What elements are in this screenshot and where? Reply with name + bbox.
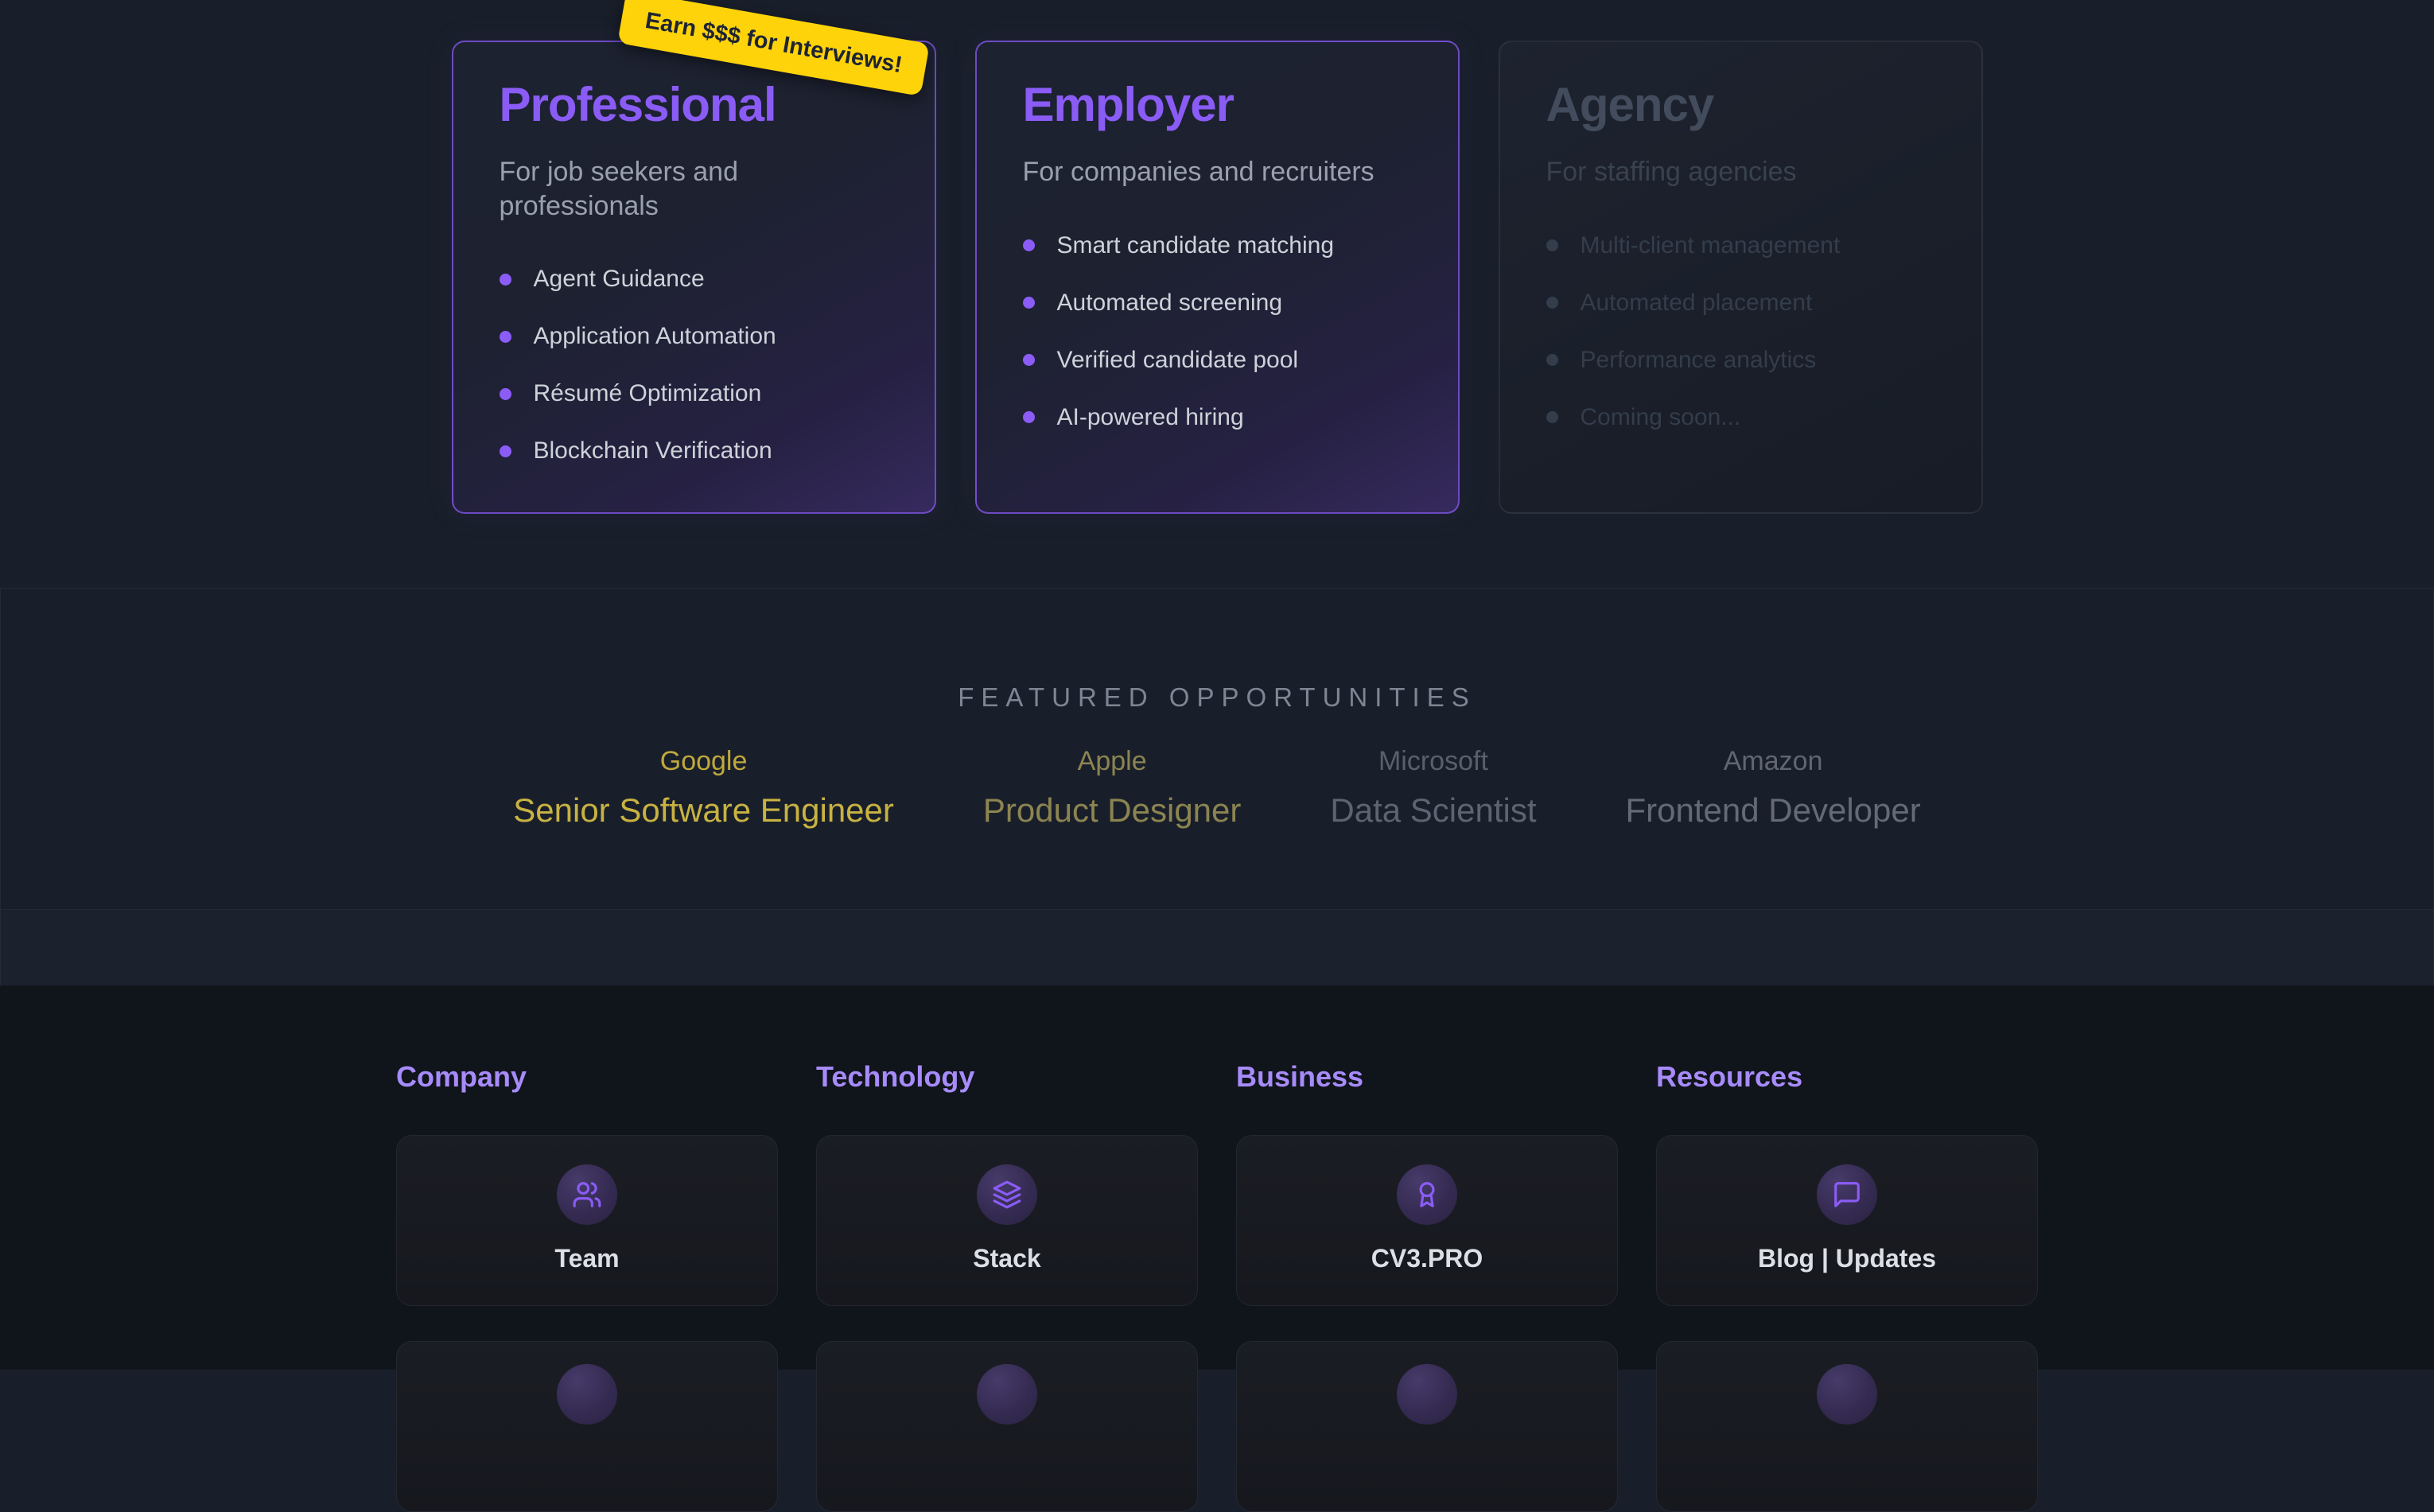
bullet-dot-icon <box>1023 239 1035 251</box>
feature-label: Performance analytics <box>1581 347 1817 374</box>
layers-icon <box>977 1164 1037 1225</box>
plan-title: Professional <box>500 79 888 131</box>
feature-label: Résumé Optimization <box>534 380 762 407</box>
bullet-dot-icon <box>500 445 511 457</box>
bullet-dot-icon <box>1023 354 1035 366</box>
plan-card-employer[interactable]: Employer For companies and recruiters Sm… <box>975 41 1460 514</box>
footer-column-business: Business CV3.PRO <box>1236 1060 1618 1512</box>
footer-card-blog[interactable]: Blog | Updates <box>1656 1135 2038 1306</box>
bullet-dot-icon <box>500 274 511 286</box>
footer-column-heading: Business <box>1236 1060 1618 1094</box>
plan-card-agency: Agency For staffing agencies Multi-clien… <box>1499 41 1983 514</box>
footer-card-icon <box>557 1364 617 1425</box>
plan-subtitle: For job seekers and professionals <box>500 155 888 223</box>
job-role: Senior Software Engineer <box>513 791 894 830</box>
bullet-dot-icon <box>500 388 511 400</box>
footer-card-label: CV3.PRO <box>1371 1244 1483 1273</box>
footer-card-partial[interactable] <box>1656 1341 2038 1512</box>
feature-label: Application Automation <box>534 323 776 350</box>
feature-label: Automated screening <box>1057 290 1283 317</box>
feature-item: Automated screening <box>1023 290 1412 317</box>
feature-label: Agent Guidance <box>534 266 705 293</box>
feature-item: Agent Guidance <box>500 266 888 293</box>
plan-card-professional[interactable]: Earn $$$ for Interviews! Professional Fo… <box>452 41 936 514</box>
bullet-dot-icon <box>500 331 511 343</box>
footer-card-icon <box>977 1364 1037 1425</box>
bullet-dot-icon <box>1546 239 1558 251</box>
footer-column-heading: Technology <box>816 1060 1198 1094</box>
bullet-dot-icon <box>1023 411 1035 423</box>
feature-item: Application Automation <box>500 323 888 350</box>
footer-column-heading: Company <box>396 1060 778 1094</box>
footer-card-team[interactable]: Team <box>396 1135 778 1306</box>
job-role: Frontend Developer <box>1626 791 1921 830</box>
feature-item: Multi-client management <box>1546 232 1935 259</box>
feature-item: Smart candidate matching <box>1023 232 1412 259</box>
job-item-google[interactable]: Google Senior Software Engineer <box>513 746 894 830</box>
footer-grid: Company Team Technology <box>0 1060 2434 1512</box>
footer-card-icon <box>1397 1364 1457 1425</box>
featured-jobs-row: Google Senior Software Engineer Apple Pr… <box>1 746 2433 830</box>
feature-item: Verified candidate pool <box>1023 347 1412 374</box>
job-company: Microsoft <box>1330 746 1536 777</box>
spacer-strip <box>0 910 2434 985</box>
footer-card-label: Team <box>554 1244 619 1273</box>
feature-label: Blockchain Verification <box>534 437 772 464</box>
feature-label: Automated placement <box>1581 290 1813 317</box>
job-role: Data Scientist <box>1330 791 1536 830</box>
featured-section: FEATURED OPPORTUNITIES Google Senior Sof… <box>0 589 2434 910</box>
feature-item: Automated placement <box>1546 290 1935 317</box>
feature-item: Coming soon... <box>1546 404 1935 431</box>
feature-item: Blockchain Verification <box>500 437 888 464</box>
bullet-dot-icon <box>1546 411 1558 423</box>
feature-label: Verified candidate pool <box>1057 347 1299 374</box>
plan-subtitle: For staffing agencies <box>1546 155 1935 189</box>
footer-column-resources: Resources Blog | Updates <box>1656 1060 2038 1512</box>
plan-subtitle: For companies and recruiters <box>1023 155 1412 189</box>
bullet-dot-icon <box>1023 297 1035 309</box>
footer-card-partial[interactable] <box>816 1341 1198 1512</box>
footer-card-partial[interactable] <box>396 1341 778 1512</box>
footer-card-partial[interactable] <box>1236 1341 1618 1512</box>
page: Earn $$$ for Interviews! Professional Fo… <box>0 0 2434 1370</box>
feature-item: Résumé Optimization <box>500 380 888 407</box>
footer-column-company: Company Team <box>396 1060 778 1512</box>
feature-label: Multi-client management <box>1581 232 1841 259</box>
job-company: Apple <box>983 746 1242 777</box>
plan-title: Employer <box>1023 79 1412 131</box>
bullet-dot-icon <box>1546 297 1558 309</box>
message-icon <box>1817 1164 1877 1225</box>
plan-feature-list: Smart candidate matching Automated scree… <box>1023 232 1412 431</box>
feature-item: AI-powered hiring <box>1023 404 1412 431</box>
job-item-microsoft[interactable]: Microsoft Data Scientist <box>1330 746 1536 830</box>
feature-item: Performance analytics <box>1546 347 1935 374</box>
award-icon <box>1397 1164 1457 1225</box>
footer-card-label: Blog | Updates <box>1758 1244 1936 1273</box>
footer-column-heading: Resources <box>1656 1060 2038 1094</box>
plans-section: Earn $$$ for Interviews! Professional Fo… <box>0 0 2434 589</box>
footer-card-stack[interactable]: Stack <box>816 1135 1198 1306</box>
job-item-apple[interactable]: Apple Product Designer <box>983 746 1242 830</box>
plan-title: Agency <box>1546 79 1935 131</box>
users-icon <box>557 1164 617 1225</box>
job-item-amazon[interactable]: Amazon Frontend Developer <box>1626 746 1921 830</box>
feature-label: Coming soon... <box>1581 404 1741 431</box>
footer-card-cv3pro[interactable]: CV3.PRO <box>1236 1135 1618 1306</box>
footer-card-icon <box>1817 1364 1877 1425</box>
plan-feature-list: Multi-client management Automated placem… <box>1546 232 1935 431</box>
job-company: Amazon <box>1626 746 1921 777</box>
footer-card-label: Stack <box>973 1244 1040 1273</box>
plan-feature-list: Agent Guidance Application Automation Ré… <box>500 266 888 464</box>
feature-label: AI-powered hiring <box>1057 404 1244 431</box>
feature-label: Smart candidate matching <box>1057 232 1335 259</box>
footer-column-technology: Technology Stack <box>816 1060 1198 1512</box>
plans-row: Earn $$$ for Interviews! Professional Fo… <box>0 41 2434 514</box>
job-company: Google <box>513 746 894 777</box>
footer: Company Team Technology <box>0 985 2434 1370</box>
featured-heading: FEATURED OPPORTUNITIES <box>1 682 2433 713</box>
bullet-dot-icon <box>1546 354 1558 366</box>
job-role: Product Designer <box>983 791 1242 830</box>
